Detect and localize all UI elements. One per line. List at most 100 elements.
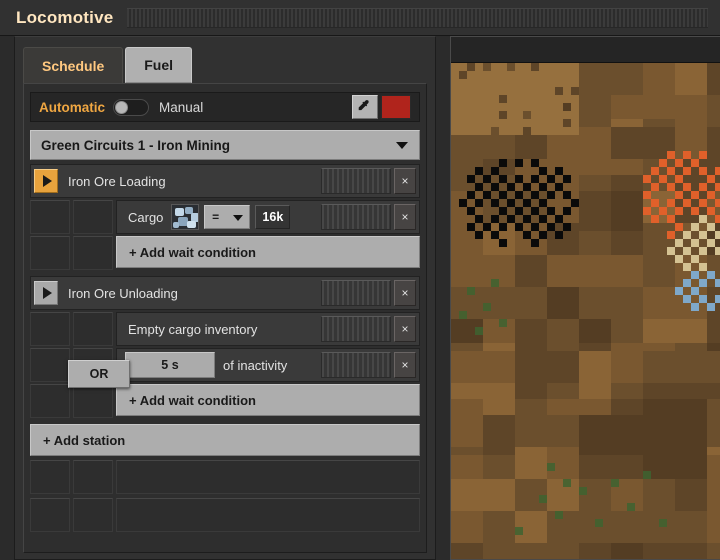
automatic-manual-toggle[interactable] xyxy=(113,98,150,116)
condition-indent-slot[interactable] xyxy=(73,384,113,418)
terrain-tile xyxy=(539,279,547,287)
terrain-tile xyxy=(579,119,587,127)
comparator-dropdown[interactable]: = xyxy=(204,205,251,229)
terrain-tile xyxy=(499,407,507,415)
schedule-group-dropdown[interactable]: Green Circuits 1 - Iron Mining xyxy=(30,130,420,160)
terrain-tile xyxy=(491,415,499,423)
color-picker-button[interactable] xyxy=(352,95,378,119)
add-wait-condition-button[interactable]: + Add wait condition xyxy=(116,236,420,268)
terrain-tile xyxy=(619,255,627,263)
terrain-tile xyxy=(571,79,579,87)
condition-joiner-or-button[interactable]: OR xyxy=(68,360,130,388)
terrain-tile xyxy=(475,255,483,263)
terrain-tile xyxy=(707,311,715,319)
condition-indent-slot[interactable] xyxy=(73,236,113,270)
terrain-tile xyxy=(563,407,571,415)
terrain-tile xyxy=(579,511,587,519)
condition-joiner-slot[interactable] xyxy=(30,200,70,234)
terrain-tile xyxy=(603,343,611,351)
terrain-tile xyxy=(611,535,619,543)
drag-handle-icon[interactable] xyxy=(321,204,391,230)
window-drag-handle[interactable] xyxy=(127,7,708,28)
terrain-tile xyxy=(523,495,531,503)
terrain-tile xyxy=(635,231,643,239)
terrain-tile xyxy=(635,319,643,327)
terrain-tile xyxy=(595,151,603,159)
terrain-tile xyxy=(603,479,611,487)
terrain-tile xyxy=(483,463,491,471)
terrain-tile xyxy=(651,503,659,511)
station-play-button[interactable] xyxy=(34,169,58,193)
terrain-tile xyxy=(547,447,555,455)
terrain-tile xyxy=(675,215,683,223)
delete-condition-button[interactable]: × xyxy=(394,352,416,378)
tab-fuel[interactable]: Fuel xyxy=(125,47,193,83)
add-wait-condition-button[interactable]: + Add wait condition xyxy=(116,384,420,416)
terrain-tile xyxy=(523,511,531,519)
terrain-tile xyxy=(507,263,515,271)
condition-joiner-slot[interactable] xyxy=(30,236,70,270)
wait-condition-row[interactable]: Cargo = 16k × xyxy=(116,200,420,234)
delete-condition-button[interactable]: × xyxy=(394,316,416,342)
inactivity-time-input[interactable]: 5 s xyxy=(125,352,215,378)
terrain-tile xyxy=(667,223,675,231)
terrain-tile xyxy=(627,239,635,247)
wait-condition-row[interactable]: 5 s of inactivity × xyxy=(116,348,420,382)
cargo-count-input[interactable]: 16k xyxy=(255,205,291,229)
tab-schedule[interactable]: Schedule xyxy=(23,47,124,83)
minimap-panel[interactable] xyxy=(450,36,720,560)
minimap-canvas[interactable] xyxy=(451,63,720,559)
drag-handle-icon[interactable] xyxy=(321,352,391,378)
terrain-tile xyxy=(587,183,595,191)
terrain-tile xyxy=(667,519,675,527)
terrain-tile xyxy=(707,351,715,359)
terrain-tile xyxy=(499,327,507,335)
condition-joiner-slot[interactable] xyxy=(30,312,70,346)
condition-joiner-slot[interactable] xyxy=(30,384,70,418)
terrain-tile xyxy=(659,535,667,543)
terrain-tile xyxy=(459,535,467,543)
terrain-tile xyxy=(507,71,515,79)
terrain-tile xyxy=(475,135,483,143)
drag-handle-icon[interactable] xyxy=(321,280,391,306)
terrain-tile xyxy=(635,511,643,519)
drag-handle-icon[interactable] xyxy=(321,316,391,342)
terrain-tile xyxy=(523,143,531,151)
delete-station-button[interactable]: × xyxy=(394,168,416,194)
ore-patch-coal xyxy=(499,191,507,199)
terrain-tile xyxy=(491,295,499,303)
terrain-tile xyxy=(611,327,619,335)
drag-handle-icon[interactable] xyxy=(321,168,391,194)
station-row[interactable]: Iron Ore Unloading × xyxy=(30,276,420,310)
station-row[interactable]: Iron Ore Loading × xyxy=(30,164,420,198)
terrain-tile xyxy=(507,431,515,439)
terrain-tile xyxy=(603,527,611,535)
terrain-tile xyxy=(515,87,523,95)
terrain-tile xyxy=(475,87,483,95)
terrain-tile xyxy=(603,183,611,191)
terrain-tile xyxy=(699,479,707,487)
play-icon xyxy=(43,175,52,187)
station-play-button[interactable] xyxy=(34,281,58,305)
iron-ore-icon[interactable] xyxy=(171,204,200,230)
condition-joiner-slot[interactable] xyxy=(30,348,70,382)
terrain-tile xyxy=(619,519,627,527)
terrain-tile xyxy=(547,327,555,335)
delete-condition-button[interactable]: × xyxy=(394,204,416,230)
condition-indent-slot[interactable] xyxy=(73,312,113,346)
wait-condition-row[interactable]: Empty cargo inventory × xyxy=(116,312,420,346)
terrain-tile xyxy=(531,71,539,79)
terrain-tile xyxy=(563,271,571,279)
terrain-tile xyxy=(683,431,691,439)
terrain-tile xyxy=(611,399,619,407)
terrain-tile xyxy=(651,279,659,287)
add-station-button[interactable]: + Add station xyxy=(30,424,420,456)
condition-indent-slot[interactable] xyxy=(73,200,113,234)
terrain-tile xyxy=(499,455,507,463)
delete-station-button[interactable]: × xyxy=(394,280,416,306)
terrain-tile xyxy=(579,335,587,343)
train-color-swatch[interactable] xyxy=(381,95,411,119)
terrain-tile xyxy=(611,95,619,103)
terrain-tile xyxy=(563,159,571,167)
terrain-tile xyxy=(571,271,579,279)
